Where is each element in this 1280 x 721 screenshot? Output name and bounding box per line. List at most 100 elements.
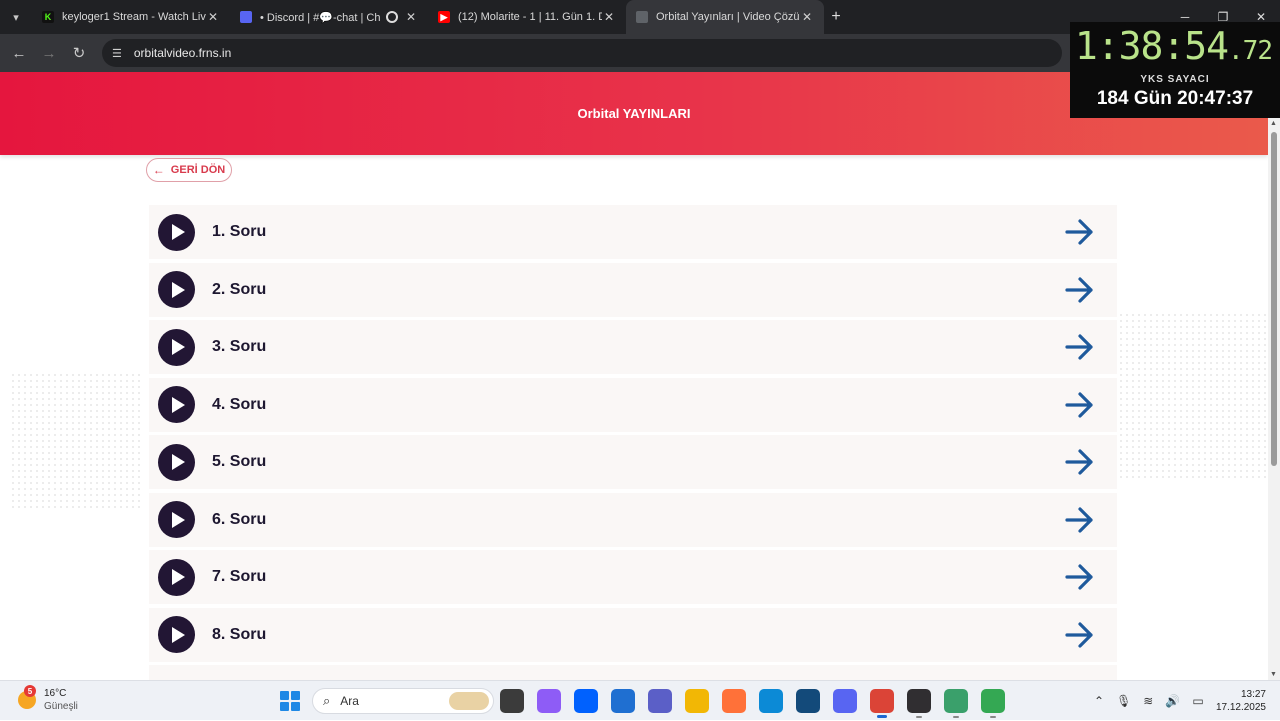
wifi-icon[interactable]: ≋ [1143,694,1153,708]
question-label: 7. Soru [212,568,267,585]
arrow-right-icon[interactable] [1065,333,1095,361]
reload-icon[interactable]: ↻ [64,34,94,72]
world-map-decoration [10,372,140,512]
new-tab-button[interactable]: + [824,0,848,34]
clock-time: 13:27 [1240,689,1266,700]
tab-title: Orbital Yayınları | Video Çözüm [656,11,800,23]
copilot-icon[interactable] [537,689,561,713]
arrow-right-icon[interactable] [1065,621,1095,649]
weather-badge: 5 [24,685,36,697]
arrow-right-icon[interactable] [1065,391,1095,419]
page-title: Orbital YAYINLARI [577,106,691,121]
close-tab-icon[interactable]: ✕ [404,10,418,24]
obs-icon[interactable] [907,689,931,718]
question-row[interactable]: 7. Soru [149,550,1117,604]
question-row[interactable]: 3. Soru [149,320,1117,374]
play-icon[interactable] [158,386,195,423]
close-tab-icon[interactable]: ✕ [602,10,616,24]
sun-icon: 5 [18,685,36,709]
scrollbar-thumb[interactable] [1271,132,1277,466]
page-scrollbar[interactable]: ▲ ▼ [1268,118,1280,680]
question-label: 1. Soru [212,223,267,240]
arrow-right-icon[interactable] [1065,448,1095,476]
play-icon[interactable] [158,558,195,596]
scroll-up-icon[interactable]: ▲ [1270,120,1277,127]
youtube-icon: ▶ [438,11,450,23]
firefox-icon[interactable] [722,689,746,713]
search-highlight-icon [449,692,489,710]
app-icon[interactable] [944,689,968,718]
question-row[interactable]: 5. Soru [149,435,1117,489]
system-clock[interactable]: 13:27 17.12.2025 [1216,688,1266,714]
address-bar[interactable]: ☰ orbitalvideo.frns.in [102,39,1062,67]
back-button[interactable]: ← GERİ DÖN [146,158,232,182]
weather-temp: 16°C [44,688,67,699]
tab-search-icon[interactable]: ▾ [0,0,32,34]
play-icon[interactable] [158,501,195,538]
stopwatch: 1:38:54.72 [1074,24,1273,68]
windows-start-icon[interactable] [280,691,300,711]
close-tab-icon[interactable]: ✕ [206,10,220,24]
microphone-icon[interactable]: 🎙 [1116,694,1131,708]
taskbar-search[interactable]: ⌕ Ara [312,688,494,714]
terminal-icon[interactable] [796,689,820,713]
question-label: 8. Soru [212,625,267,643]
back-arrow-icon[interactable]: ← [4,34,34,72]
timer-label: YKS SAYACI [1140,74,1210,85]
browser-tab[interactable]: • Discord | #💬-chat | Chill ✕ [230,0,428,34]
browser-tab[interactable]: ▶ (12) Molarite - 1 | 11. Gün 1. De ✕ [428,0,626,34]
search-placeholder: Ara [340,694,359,708]
dropbox-icon[interactable] [574,689,598,713]
volume-icon[interactable]: 🔊 [1165,694,1180,708]
browser-tab[interactable]: Orbital Yayınları | Video Çözüm ✕ [626,0,824,34]
play-icon[interactable] [158,616,195,653]
drive-icon[interactable] [981,689,1005,718]
question-label: 5. Soru [212,453,267,470]
tab-title: • Discord | #💬-chat | Chill [260,11,380,24]
site-info-icon[interactable]: ☰ [112,47,122,60]
browser-tab[interactable]: Kkeyloger1 Stream - Watch Live ✕ [32,0,230,34]
question-row[interactable]: 1. Soru [149,205,1117,259]
file-explorer-icon[interactable] [685,689,709,713]
play-icon[interactable] [158,213,195,251]
world-map-decoration [1118,312,1268,482]
question-row[interactable]: 6. Soru [149,492,1117,547]
forward-arrow-icon[interactable]: → [34,34,64,72]
chevron-up-icon[interactable]: ⌃ [1094,694,1104,708]
stopwatch-fraction: .72 [1228,36,1273,66]
teams-icon[interactable] [648,689,672,713]
system-tray: ⌃ 🎙 ≋ 🔊 ▭ [1094,681,1216,721]
question-label: 2. Soru [212,280,267,298]
play-icon[interactable] [158,443,195,481]
stopwatch-main: 1:38:54 [1074,24,1229,68]
chrome-icon[interactable] [870,689,894,718]
taskbar-apps [500,689,1018,718]
weather-desc: Güneşli [44,701,78,712]
question-row-partial[interactable] [149,665,1117,680]
store-icon[interactable] [611,689,635,713]
globe-icon [636,11,648,23]
recording-icon [386,11,398,23]
arrow-right-icon[interactable] [1065,563,1095,591]
arrow-right-icon[interactable] [1065,276,1095,304]
play-icon[interactable] [158,328,195,366]
yks-timer-overlay: 1:38:54.72 YKS SAYACI 184 Gün 20:47:37 [1070,22,1280,118]
question-label: 6. Soru [212,510,267,528]
edge-icon[interactable] [759,689,783,713]
close-tab-icon[interactable]: ✕ [800,10,814,24]
task-view-icon[interactable] [500,689,524,713]
weather-widget[interactable]: 5 16°C Güneşli [18,685,78,713]
question-row[interactable]: 2. Soru [149,262,1117,317]
arrow-right-icon[interactable] [1065,218,1095,246]
tab-list: Kkeyloger1 Stream - Watch Live ✕ • Discord… [32,0,824,34]
question-row[interactable]: 8. Soru [149,607,1117,662]
scroll-down-icon[interactable]: ▼ [1270,671,1277,678]
battery-icon[interactable]: ▭ [1192,694,1203,708]
discord-icon[interactable] [833,689,857,713]
taskbar: 5 16°C Güneşli ⌕ Ara ⌃ 🎙 ≋ 🔊 ▭ 13:27 17.… [0,680,1280,720]
web-page: Orbital YAYINLARI ← GERİ DÖN 1. Soru 2. S… [0,72,1268,680]
play-icon[interactable] [158,271,195,308]
arrow-right-icon[interactable] [1065,506,1095,534]
question-label: 3. Soru [212,338,267,355]
question-row[interactable]: 4. Soru [149,377,1117,432]
